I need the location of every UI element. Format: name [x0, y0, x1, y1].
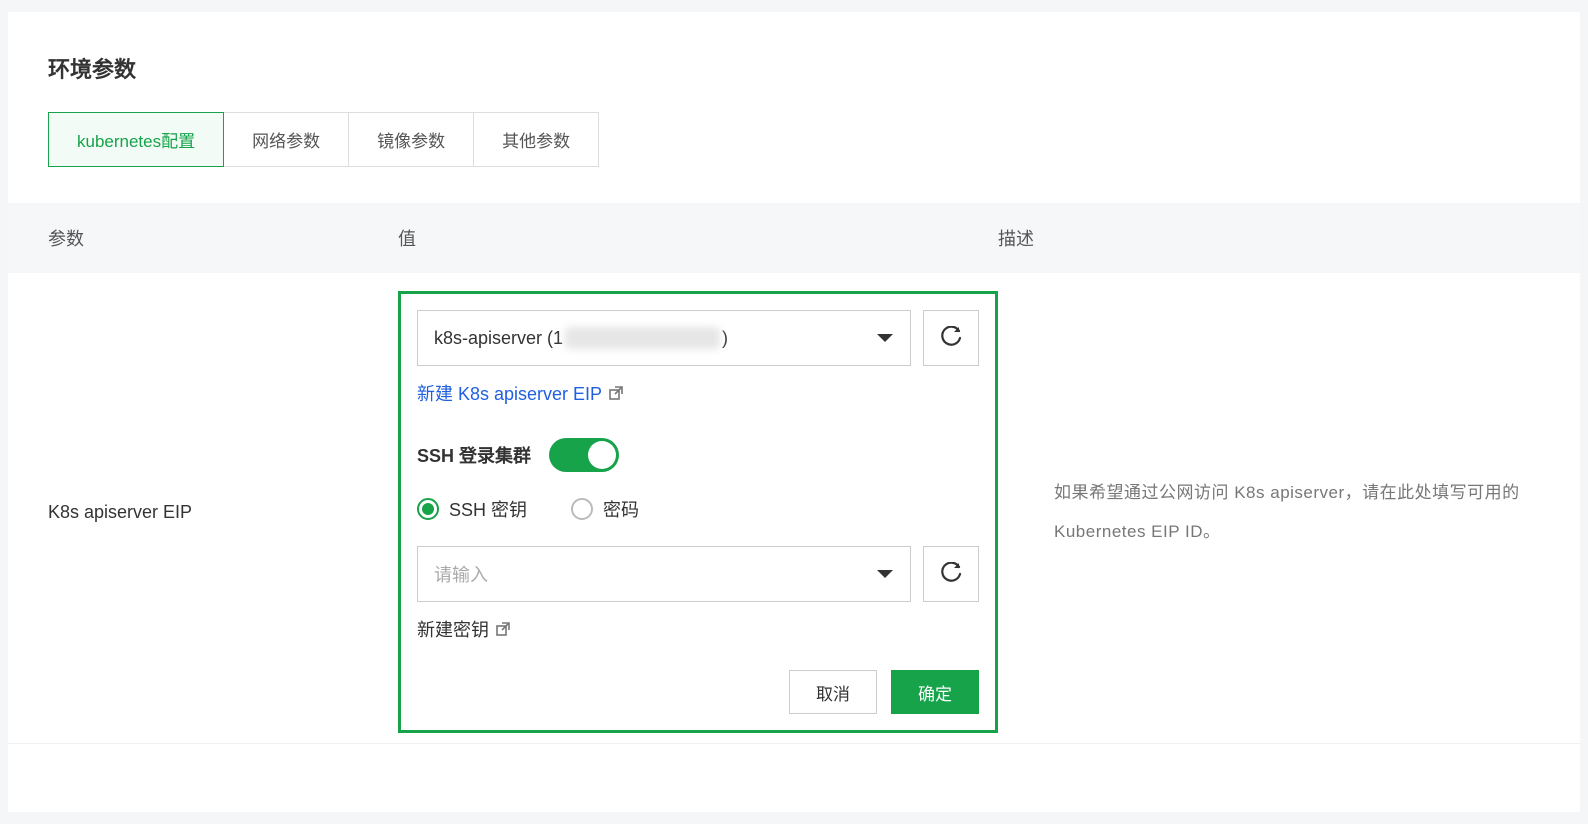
ssh-key-select[interactable]: 请输入 [417, 546, 911, 602]
table-row: K8s apiserver EIP k8s-apiserver (1 ) [8, 273, 1580, 744]
ssh-login-label: SSH 登录集群 [417, 442, 531, 468]
new-key-link-text: 新建密钥 [417, 616, 489, 642]
ssh-login-toggle[interactable] [549, 438, 619, 472]
confirm-button[interactable]: 确定 [891, 670, 979, 714]
radio-password[interactable]: 密码 [571, 496, 639, 522]
caret-down-icon [876, 568, 894, 580]
tab-image-params[interactable]: 镜像参数 [348, 112, 474, 167]
param-name: K8s apiserver EIP [48, 502, 398, 523]
external-link-icon [495, 621, 511, 637]
eip-select-value-prefix: k8s-apiserver (1 [434, 328, 563, 349]
eip-select-value-suffix: ) [722, 328, 728, 349]
page-title: 环境参数 [8, 52, 1580, 112]
ssh-login-row: SSH 登录集群 [417, 438, 979, 472]
refresh-icon [939, 562, 963, 586]
external-link-icon [608, 385, 624, 401]
ssh-key-select-row: 请输入 [417, 546, 979, 602]
eip-select-row: k8s-apiserver (1 ) [417, 310, 979, 366]
table-header: 参数 值 描述 [8, 203, 1580, 273]
ssh-auth-radio-group: SSH 密钥 密码 [417, 496, 979, 522]
table-header-param: 参数 [48, 225, 398, 251]
toggle-knob [588, 441, 616, 469]
caret-down-icon [876, 332, 894, 344]
new-key-link[interactable]: 新建密钥 [417, 616, 511, 642]
new-eip-link[interactable]: 新建 K8s apiserver EIP [417, 380, 624, 406]
eip-select[interactable]: k8s-apiserver (1 ) [417, 310, 911, 366]
param-description: 如果希望通过公网访问 K8s apiserver，请在此处填写可用的 Kuber… [998, 473, 1540, 551]
radio-icon-checked [417, 498, 439, 520]
radio-icon-unchecked [571, 498, 593, 520]
table-header-desc: 描述 [998, 225, 1540, 251]
tab-other-params[interactable]: 其他参数 [473, 112, 599, 167]
cancel-button[interactable]: 取消 [789, 670, 877, 714]
tab-network-params[interactable]: 网络参数 [223, 112, 349, 167]
radio-ssh-key[interactable]: SSH 密钥 [417, 496, 527, 522]
eip-refresh-button[interactable] [923, 310, 979, 366]
value-panel: k8s-apiserver (1 ) [398, 291, 998, 733]
table-header-value: 值 [398, 225, 998, 251]
radio-password-label: 密码 [603, 496, 639, 522]
refresh-icon [939, 326, 963, 350]
tab-kubernetes-config[interactable]: kubernetes配置 [48, 112, 224, 167]
radio-ssh-key-label: SSH 密钥 [449, 496, 527, 522]
page-container: 环境参数 kubernetes配置 网络参数 镜像参数 其他参数 参数 值 描述… [8, 12, 1580, 812]
tabs: kubernetes配置 网络参数 镜像参数 其他参数 [8, 112, 1580, 203]
form-buttons: 取消 确定 [417, 670, 979, 714]
ssh-key-refresh-button[interactable] [923, 546, 979, 602]
eip-select-value-redacted [565, 327, 720, 349]
new-eip-link-text: 新建 K8s apiserver EIP [417, 380, 602, 406]
ssh-key-select-placeholder: 请输入 [434, 561, 488, 587]
